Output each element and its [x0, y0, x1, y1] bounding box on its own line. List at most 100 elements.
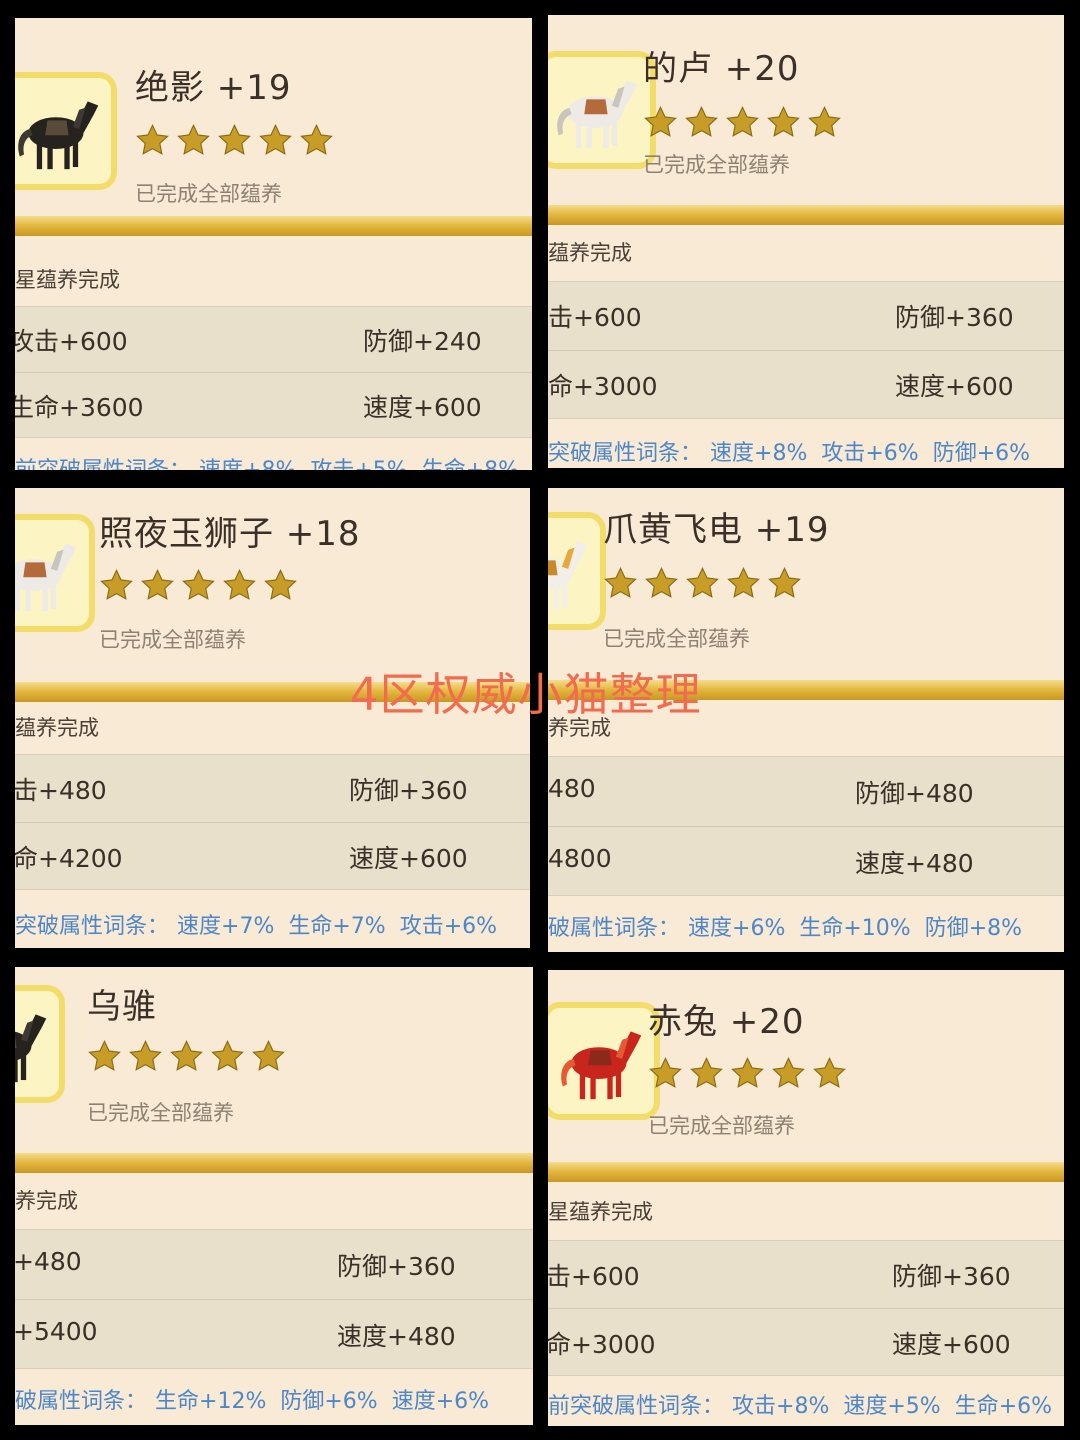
stat-value: 命+3000	[548, 372, 658, 401]
bonus-item: 防御+6%	[932, 441, 1031, 466]
bonus-item: 生命+6%	[954, 1394, 1053, 1419]
stat-value: 防御+360	[349, 775, 468, 805]
breakthrough-bonuses: 前突破属性词条： 攻击+8% 速度+5% 生命+6%	[548, 1388, 1064, 1420]
section-label: 蕴养完成	[15, 716, 99, 740]
star-rating	[99, 568, 298, 608]
mount-card[interactable]: 的卢 +20 已完成全部蕴养 蕴养完成 击+600 防御+360 命+3000 速度+600…	[548, 15, 1064, 468]
stat-value: 生命+3600	[15, 392, 144, 422]
stat-value: 速度+600	[363, 392, 482, 422]
star-icon	[685, 105, 718, 137]
bonus-prefix: 前突破属性词条：	[548, 1394, 725, 1419]
stat-value: 击+480	[15, 775, 107, 805]
star-icon	[252, 1039, 285, 1071]
star-icon	[649, 1056, 682, 1088]
stat-value: 击+600	[548, 303, 642, 332]
bonus-item: 速度+5%	[843, 1394, 941, 1419]
bonus-item: 攻击+8%	[732, 1394, 830, 1419]
cultivation-status: 已完成全部蕴养	[87, 1101, 234, 1125]
star-icon	[182, 568, 215, 600]
cultivation-status: 已完成全部蕴养	[99, 628, 246, 652]
mount-avatar	[548, 1002, 660, 1120]
stat-value: 防御+240	[363, 326, 482, 356]
stat-row: 480 防御+480	[548, 757, 1064, 826]
mount-card[interactable]: 绝影 +19 已完成全部蕴养 星蕴养完成 攻击+600 防御+240 生命+3600 速度+…	[15, 18, 532, 470]
stat-value: 防御+360	[337, 1251, 456, 1281]
breakthrough-bonuses: 前突破属性词条： 速度+8% 攻击+5% 生命+8%	[15, 452, 532, 470]
breakthrough-bonuses: 突破属性词条： 速度+7% 生命+7% 攻击+6%	[15, 908, 511, 940]
stat-value: 速度+600	[892, 1329, 1011, 1359]
stat-value: 480	[548, 773, 596, 803]
black-horse-icon	[15, 1014, 47, 1083]
cultivation-status: 已完成全部蕴养	[648, 1114, 795, 1138]
cultivation-status: 已完成全部蕴养	[135, 182, 282, 206]
bonus-item: 速度+6%	[688, 916, 786, 941]
gold-divider	[548, 205, 1064, 225]
gold-divider	[15, 1153, 533, 1173]
mount-title: 赤兔 +20	[648, 1002, 805, 1042]
stat-value: 防御+480	[855, 778, 974, 808]
stat-row: 击+480 防御+360	[15, 755, 530, 822]
stat-row: 攻击+600 防御+240	[15, 307, 532, 372]
stat-panel: 击+600 防御+360 命+3000 速度+600	[548, 281, 1064, 419]
stat-value: 速度+600	[895, 372, 1014, 401]
stat-value: 防御+360	[892, 1261, 1011, 1291]
mount-title: 绝影 +19	[135, 68, 292, 108]
star-icon	[767, 105, 800, 137]
white-horse-icon	[557, 80, 638, 149]
bonus-item: 速度+6%	[391, 1389, 490, 1414]
black-horse-icon	[18, 101, 99, 170]
breakthrough-bonuses: 破属性词条： 生命+12% 防御+6% 速度+6%	[15, 1383, 503, 1415]
mount-card[interactable]: 乌骓 已完成全部蕴养 养完成 +480 防御+360 +5400 速度+480 破属性词条： 生…	[15, 967, 533, 1425]
mount-card[interactable]: 赤兔 +20 已完成全部蕴养星蕴养完成击+600 防御+360 命+3000 速度+60…	[548, 970, 1064, 1426]
star-rating	[603, 566, 802, 606]
star-icon	[136, 123, 169, 155]
stat-row: 击+600 防御+360	[548, 1241, 1064, 1308]
red-horse-icon	[561, 1031, 642, 1100]
star-icon	[772, 1056, 805, 1088]
breakthrough-bonuses: 破属性词条： 速度+6% 生命+10% 防御+8%	[548, 910, 1036, 942]
mount-avatar	[15, 985, 65, 1103]
star-rating	[648, 1056, 847, 1096]
gold-divider	[15, 216, 532, 236]
stat-value: 防御+360	[895, 303, 1014, 332]
stat-value: 命+4200	[15, 843, 123, 873]
star-icon	[88, 1039, 121, 1071]
star-icon	[813, 1056, 846, 1088]
stat-row: +480 防御+360	[15, 1230, 533, 1299]
star-rating	[135, 123, 334, 163]
stat-panel: 480 防御+480 4800 速度+480	[548, 756, 1064, 896]
watermark-text: 4区权威小猫整理	[350, 668, 702, 721]
bonus-item: 生命+8%	[422, 458, 519, 470]
white-horse-icon	[15, 543, 77, 612]
star-icon	[170, 1039, 203, 1071]
star-icon	[690, 1056, 723, 1088]
stat-row: 命+4200 速度+600	[15, 822, 530, 890]
star-icon	[223, 568, 256, 600]
breakthrough-bonuses: 突破属性词条： 速度+8% 攻击+6% 防御+6%	[548, 435, 1044, 467]
star-icon	[264, 568, 297, 600]
bonus-item: 生命+7%	[288, 914, 386, 939]
star-rating	[87, 1039, 286, 1079]
star-icon	[211, 1039, 244, 1071]
stat-panel: +480 防御+360 +5400 速度+480	[15, 1229, 533, 1369]
star-icon	[100, 568, 133, 600]
section-label: 星蕴养完成	[548, 1200, 653, 1224]
bonus-prefix: 突破属性词条：	[15, 914, 170, 939]
bonus-prefix: 破属性词条：	[548, 916, 681, 941]
stat-value: 4800	[548, 843, 612, 873]
stat-value: +5400	[15, 1316, 98, 1346]
star-icon	[218, 123, 251, 155]
mount-title: 的卢 +20	[643, 49, 800, 89]
stat-row: 命+3000 速度+600	[548, 1308, 1064, 1376]
section-label: 养完成	[15, 1189, 78, 1213]
stat-row: 击+600 防御+360	[548, 282, 1064, 350]
stat-row: 命+3000 速度+600	[548, 350, 1064, 419]
bonus-item: 生命+12%	[155, 1389, 267, 1414]
stat-value: +480	[15, 1246, 82, 1276]
bonus-item: 攻击+6%	[821, 441, 919, 466]
star-icon	[177, 123, 210, 155]
bonus-item: 攻击+5%	[310, 458, 407, 470]
bonus-prefix: 前突破属性词条：	[15, 458, 191, 470]
bonus-item: 速度+8%	[710, 441, 808, 466]
bonus-item: 速度+7%	[177, 914, 275, 939]
